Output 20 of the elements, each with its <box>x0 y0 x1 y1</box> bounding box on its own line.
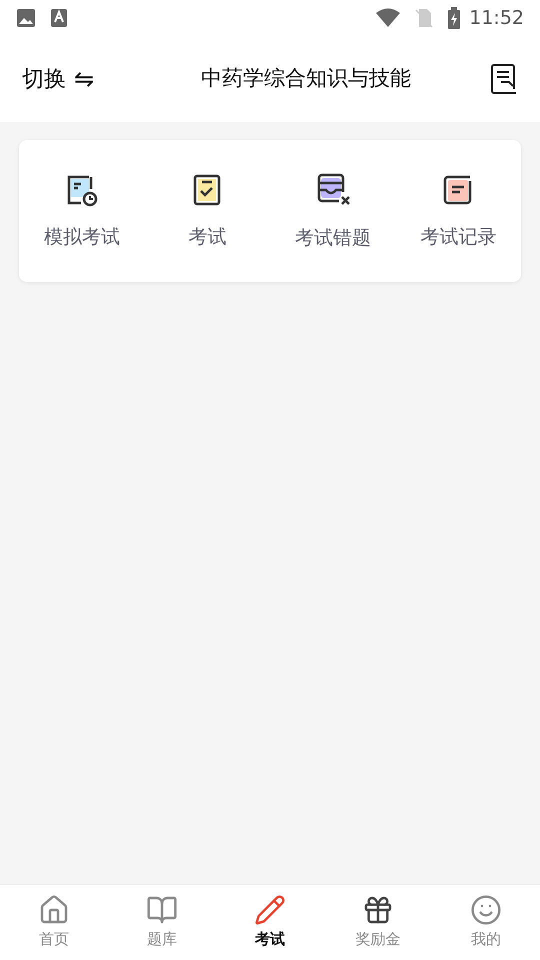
nav-tab[interactable]: 我的 <box>432 885 540 960</box>
notes-icon[interactable] <box>490 63 518 95</box>
switch-button[interactable]: 切换 ⇋ <box>22 61 142 97</box>
battery-icon <box>447 7 462 29</box>
menu-item[interactable]: 考试 <box>144 170 270 252</box>
nav-tab[interactable]: 奖励金 <box>324 885 432 960</box>
wifi-icon <box>375 8 402 28</box>
nav-tab[interactable]: 题库 <box>108 885 216 960</box>
nav-tab[interactable]: 首页 <box>0 885 108 960</box>
keyboard-app-icon <box>50 8 68 28</box>
no-sim-icon <box>415 8 434 28</box>
clock-time: 11:52 <box>469 6 524 31</box>
menu-item[interactable]: 模拟考试 <box>19 170 144 252</box>
menu-item[interactable]: 考试错题 <box>270 170 396 252</box>
pencil-icon <box>254 894 286 926</box>
image-icon <box>16 8 36 28</box>
menu-item[interactable]: 考试记录 <box>396 170 521 252</box>
nav-tab[interactable]: 考试 <box>216 885 324 960</box>
page-title: 中药学综合知识与技能 <box>200 65 412 92</box>
face-icon <box>470 894 502 926</box>
